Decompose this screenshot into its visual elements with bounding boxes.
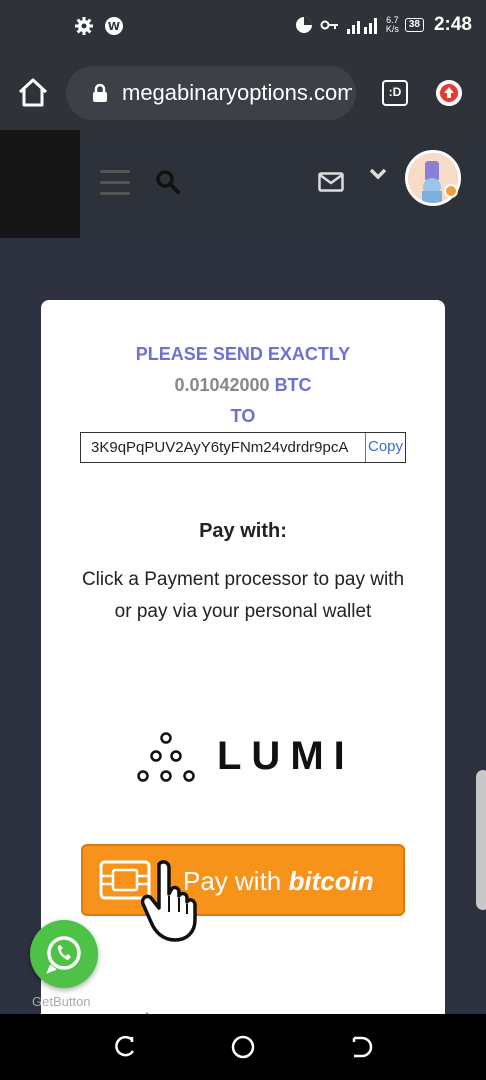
amount-line: 0.01042000 BTC xyxy=(41,375,445,396)
status-left-icons: W xyxy=(74,16,124,36)
lumi-payment-option[interactable]: LUMI xyxy=(131,728,351,788)
search-icon[interactable] xyxy=(154,168,182,196)
whatsapp-chat-button[interactable] xyxy=(30,920,98,988)
clock: 2:48 xyxy=(433,14,472,35)
back-icon[interactable] xyxy=(348,1034,374,1060)
bitcoin-button-brand: bitcoin xyxy=(288,866,374,896)
tab-switcher-button[interactable]: :D xyxy=(382,80,408,106)
whatsapp-icon xyxy=(46,936,81,974)
speed-unit: K/s xyxy=(385,24,399,34)
network-speed: 6.7 K/s xyxy=(386,16,399,34)
lumi-label: LUMI xyxy=(217,734,355,778)
header-sidebar-strip xyxy=(0,130,80,238)
pay-with-description: Click a Payment processor to pay with or… xyxy=(81,569,405,622)
site-header xyxy=(0,130,486,238)
home-icon[interactable] xyxy=(16,76,50,110)
key-icon xyxy=(320,20,338,30)
getbutton-label[interactable]: GetButton xyxy=(32,994,91,1009)
menu-icon[interactable] xyxy=(100,170,130,196)
url-text[interactable]: megabinaryoptions.com xyxy=(122,80,352,106)
update-icon[interactable] xyxy=(436,80,462,106)
online-status-dot xyxy=(444,184,458,198)
navigation-bar xyxy=(0,1014,486,1080)
lumi-logo-icon xyxy=(137,732,195,782)
battery-indicator: 38 xyxy=(404,18,424,32)
address-bar[interactable]: megabinaryoptions.com xyxy=(66,66,356,120)
pie-chart-icon xyxy=(295,17,312,33)
pay-with-title: Pay with: xyxy=(199,520,287,542)
svg-text:W: W xyxy=(108,20,120,33)
btc-address[interactable]: 3K9qPqPUV2AyY6tyFNm24vdrdr9pcA xyxy=(91,439,363,456)
hand-pointer-icon xyxy=(141,860,197,942)
status-right-icons: 6.7 K/s 38 2:48 xyxy=(294,14,472,36)
scrollbar-handle[interactable] xyxy=(476,770,486,910)
copy-button[interactable]: Copy xyxy=(365,433,405,462)
chevron-down-icon[interactable] xyxy=(368,166,388,182)
payment-card: PLEASE SEND EXACTLY 0.01042000 BTC TO 3K… xyxy=(41,300,445,1040)
currency-code: BTC xyxy=(274,375,312,395)
send-instruction: PLEASE SEND EXACTLY xyxy=(135,344,351,364)
bitcoin-button-label: Pay with bitcoin xyxy=(183,866,374,897)
recents-icon[interactable] xyxy=(112,1034,138,1060)
pay-with-bitcoin-button[interactable]: Pay with bitcoin xyxy=(81,844,405,916)
signal-icon xyxy=(346,18,377,34)
btc-amount: 0.01042000 xyxy=(174,375,270,395)
to-label: TO xyxy=(230,406,256,426)
app-notification-icon: W xyxy=(105,17,123,35)
mail-icon[interactable] xyxy=(318,172,344,192)
btc-address-field[interactable]: 3K9qPqPUV2AyY6tyFNm24vdrdr9pcA Copy xyxy=(80,432,406,463)
settings-icon xyxy=(75,17,93,35)
home-nav-icon[interactable] xyxy=(230,1034,256,1060)
lock-icon xyxy=(93,83,107,102)
browser-toolbar: megabinaryoptions.com :D xyxy=(0,56,486,130)
status-bar: W 6.7 K/s 38 2:48 xyxy=(0,0,486,56)
